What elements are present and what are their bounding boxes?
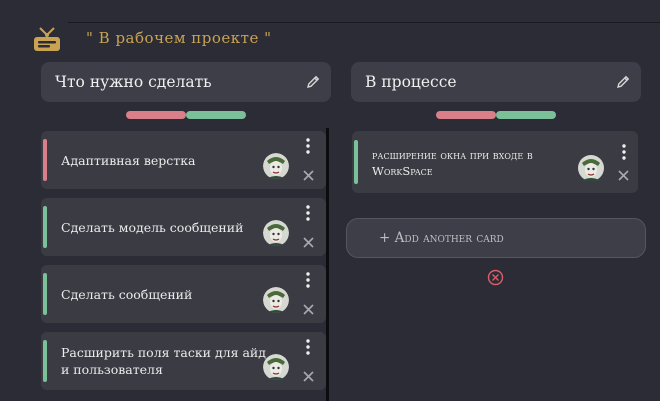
add-card-button[interactable]: + Add another card xyxy=(346,218,646,258)
task-card[interactable]: Расширить поля таски для айд и пользоват… xyxy=(41,332,326,390)
card-label-stripe xyxy=(43,206,47,248)
card-text: расширение окна при входе в WorkSpace xyxy=(372,148,533,178)
kebab-menu-icon[interactable] xyxy=(621,143,627,161)
user-avatar xyxy=(263,220,289,246)
kebab-menu-icon[interactable] xyxy=(305,137,311,155)
card-text: Расширить поля таски для айд и пользоват… xyxy=(61,345,266,377)
task-card[interactable]: Адаптивная верстка xyxy=(41,131,326,189)
card-label-stripe xyxy=(354,140,358,184)
card-list-todo: Адаптивная верстка Сделать модель сообще… xyxy=(41,131,326,399)
label-bar-green[interactable] xyxy=(496,111,556,119)
label-bar-red[interactable] xyxy=(126,111,186,119)
card-text: Адаптивная верстка xyxy=(61,152,196,168)
label-bars xyxy=(41,111,331,119)
column-title: Что нужно сделать xyxy=(55,73,212,91)
card-text: Сделать сообщений xyxy=(61,286,193,302)
column-title: В процессе xyxy=(365,73,457,91)
card-label-stripe xyxy=(43,273,47,315)
project-title: " В рабочем проекте " xyxy=(86,29,272,47)
close-icon[interactable] xyxy=(303,237,314,248)
close-icon[interactable] xyxy=(303,304,314,315)
user-avatar xyxy=(263,354,289,380)
close-icon[interactable] xyxy=(618,170,629,181)
user-avatar xyxy=(578,155,604,181)
kebab-menu-icon[interactable] xyxy=(305,271,311,289)
task-card[interactable]: Сделать модель сообщений xyxy=(41,198,326,256)
close-icon[interactable] xyxy=(303,371,314,382)
user-avatar xyxy=(263,287,289,313)
card-text: Сделать модель сообщений xyxy=(61,219,244,235)
cancel-circle-icon[interactable] xyxy=(487,269,504,286)
project-header: " В рабочем проекте " xyxy=(32,26,272,54)
label-bars xyxy=(351,111,641,119)
close-icon[interactable] xyxy=(303,170,314,181)
kebab-menu-icon[interactable] xyxy=(305,338,311,356)
card-label-stripe xyxy=(43,139,47,181)
label-bar-green[interactable] xyxy=(186,111,246,119)
top-divider xyxy=(68,22,660,23)
pencil-edit-icon[interactable] xyxy=(305,74,321,90)
column-scroll-divider xyxy=(326,128,329,401)
column-in-progress: В процессе xyxy=(351,62,641,119)
task-card[interactable]: Сделать сообщений xyxy=(41,265,326,323)
task-card[interactable]: расширение окна при входе в WorkSpace xyxy=(352,131,638,193)
column-header[interactable]: Что нужно сделать xyxy=(41,62,331,102)
pencil-edit-icon[interactable] xyxy=(615,74,631,90)
user-avatar xyxy=(263,153,289,179)
card-label-stripe xyxy=(43,340,47,382)
tavern-sign-icon xyxy=(34,27,60,51)
kebab-menu-icon[interactable] xyxy=(305,204,311,222)
label-bar-red[interactable] xyxy=(436,111,496,119)
column-header[interactable]: В процессе xyxy=(351,62,641,102)
column-todo: Что нужно сделать xyxy=(41,62,331,119)
